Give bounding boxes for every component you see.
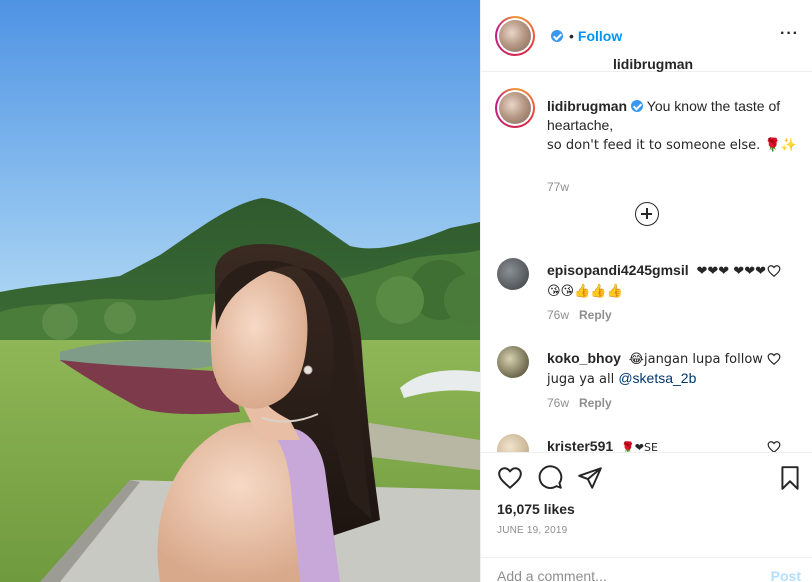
caption-line-2: so don't feed it to someone else. 🌹✨: [547, 138, 797, 153]
verified-icon: [551, 30, 563, 42]
comment-text: episopandi4245gmsil ❤❤❤ ❤❤❤😘😘👍👍👍: [547, 261, 767, 301]
comment-meta: 76w Reply: [547, 396, 612, 410]
comment-input[interactable]: Add a comment...: [497, 568, 607, 582]
like-comment-icon[interactable]: [767, 264, 781, 278]
follow-button[interactable]: Follow: [578, 28, 622, 44]
more-options-icon[interactable]: ···: [780, 26, 799, 42]
add-comment-bar: Add a comment... Post: [481, 557, 812, 582]
author-avatar[interactable]: [495, 16, 535, 56]
share-send-icon[interactable]: [577, 465, 603, 491]
comment-mention-link[interactable]: @sketsa_2b: [618, 370, 696, 386]
post-date[interactable]: JUNE 19, 2019: [497, 525, 567, 536]
like-comment-icon[interactable]: [767, 352, 781, 366]
like-comment-icon[interactable]: [767, 440, 781, 452]
reply-button[interactable]: Reply: [579, 396, 612, 410]
post-actions: 16,075 likes JUNE 19, 2019 Add a comment…: [481, 452, 812, 582]
comment-bubble-icon[interactable]: [537, 465, 563, 491]
verified-icon: [631, 100, 644, 112]
likes-count[interactable]: 16,075 likes: [497, 501, 575, 517]
comment-content: 🌹❤SE: [621, 441, 658, 452]
comment-item: koko_bhoy 😂jangan lupa follow juga ya al…: [497, 346, 797, 416]
save-bookmark-icon[interactable]: [777, 465, 803, 491]
reply-button[interactable]: Reply: [579, 308, 612, 322]
comment-text: krister591 🌹❤SE: [547, 437, 767, 452]
commenter-username[interactable]: episopandi4245gmsil: [547, 262, 689, 278]
comment-text: koko_bhoy 😂jangan lupa follow juga ya al…: [547, 349, 767, 389]
comment-time[interactable]: 76w: [547, 308, 569, 322]
post-image: [0, 0, 480, 582]
caption-text: lidibrugman You know the taste of hearta…: [547, 97, 799, 155]
post-photo[interactable]: [0, 0, 480, 582]
commenter-avatar[interactable]: [497, 346, 529, 378]
caption-avatar[interactable]: [495, 88, 535, 128]
comment-meta: 76w Reply: [547, 308, 612, 322]
post-header: lidibrugman • Follow ···: [481, 0, 812, 72]
like-heart-icon[interactable]: [497, 465, 523, 491]
separator-dot: •: [569, 28, 574, 44]
author-username[interactable]: lidibrugman: [613, 56, 693, 72]
commenter-username[interactable]: koko_bhoy: [547, 350, 621, 366]
author-row: lidibrugman • Follow: [547, 28, 693, 72]
comment-item: krister591 🌹❤SE: [497, 434, 797, 452]
comments-list[interactable]: lidibrugman You know the taste of hearta…: [481, 72, 812, 452]
comment-time[interactable]: 76w: [547, 396, 569, 410]
post-sidebar: lidibrugman • Follow ··· lidibrugman You k…: [480, 0, 812, 582]
commenter-avatar[interactable]: [497, 434, 529, 452]
commenter-avatar[interactable]: [497, 258, 529, 290]
post-comment-button[interactable]: Post: [771, 568, 801, 582]
commenter-username[interactable]: krister591: [547, 438, 613, 452]
caption-username[interactable]: lidibrugman: [547, 98, 627, 114]
caption-time[interactable]: 77w: [547, 180, 569, 194]
load-more-comments-icon[interactable]: [635, 202, 659, 226]
comment-item: episopandi4245gmsil ❤❤❤ ❤❤❤😘😘👍👍👍 76w Repl…: [497, 258, 797, 328]
